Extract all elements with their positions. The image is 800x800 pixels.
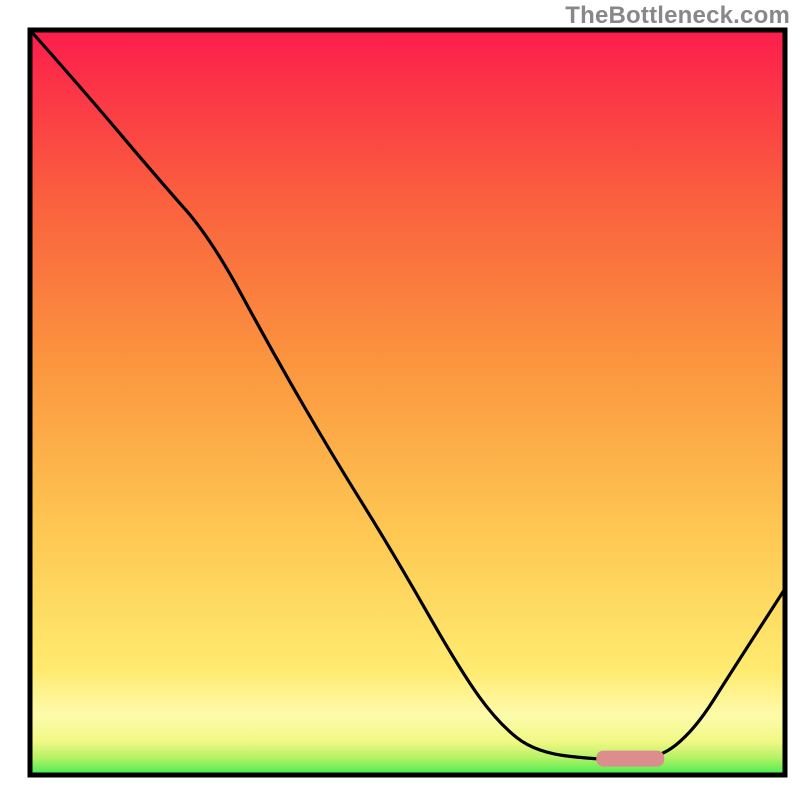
- chart-svg: [0, 0, 800, 800]
- watermark-text: TheBottleneck.com: [565, 2, 790, 30]
- plot-background: [30, 30, 785, 775]
- marker-bar: [596, 751, 664, 767]
- chart-container: TheBottleneck.com: [0, 0, 800, 800]
